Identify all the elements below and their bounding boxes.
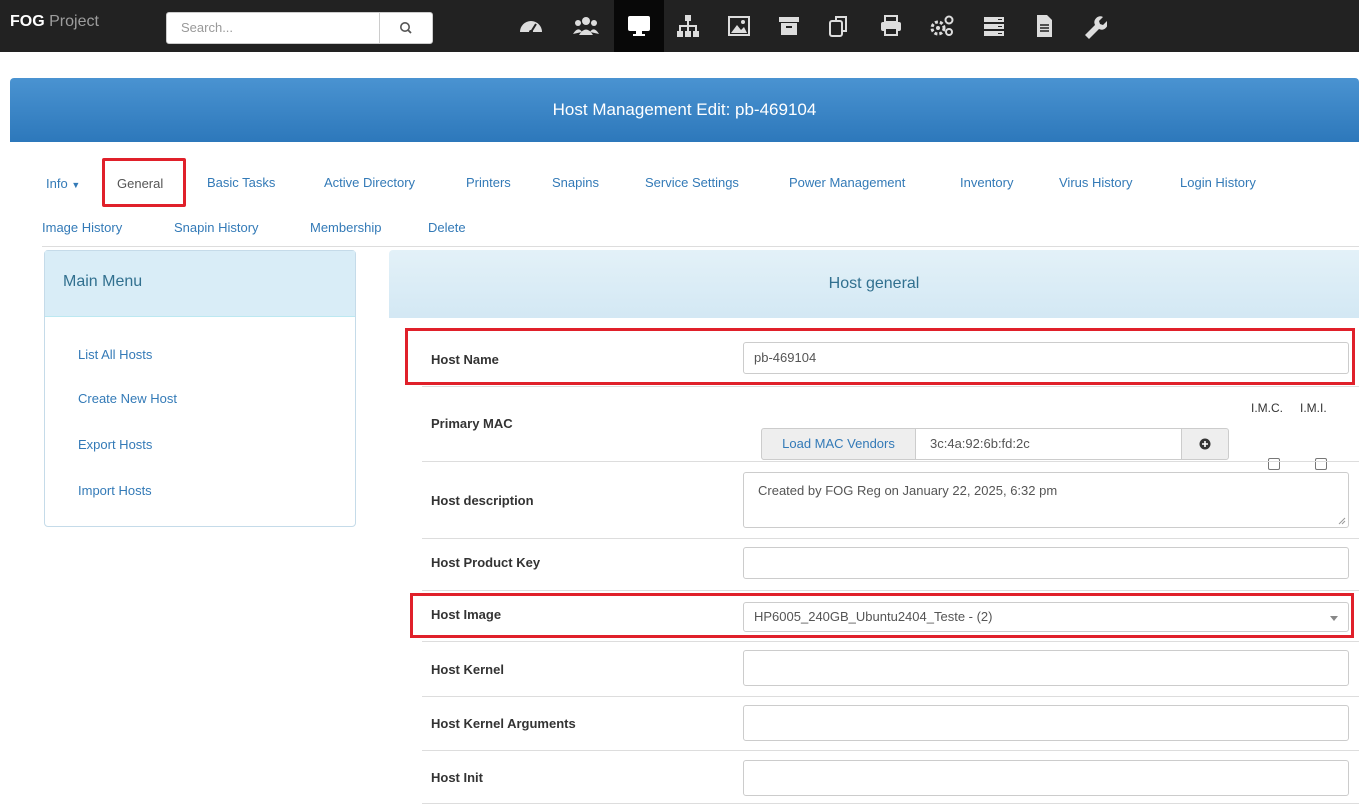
tab-image-history[interactable]: Image History	[42, 220, 122, 235]
imc-label: I.M.C.	[1251, 401, 1283, 415]
host-image-selected: HP6005_240GB_Ubuntu2404_Teste - (2)	[754, 609, 993, 624]
page-title: Host Management Edit: pb-469104	[10, 78, 1359, 142]
row-divider	[422, 386, 1359, 387]
host-init-label: Host Init	[431, 770, 483, 785]
host-description-label: Host description	[431, 493, 534, 508]
tab-service-settings[interactable]: Service Settings	[645, 175, 739, 190]
host-kernel-arguments-input[interactable]	[743, 705, 1349, 741]
top-navbar: FOG Project Search...	[0, 0, 1359, 52]
host-kernel-label: Host Kernel	[431, 662, 504, 677]
image-icon[interactable]	[714, 0, 764, 52]
tabs-divider	[42, 246, 1359, 247]
tab-membership[interactable]: Membership	[310, 220, 382, 235]
search-button[interactable]	[379, 12, 433, 44]
cogs-icon[interactable]	[917, 0, 967, 52]
primary-mac-label: Primary MAC	[431, 416, 513, 431]
imc-checkbox[interactable]	[1268, 458, 1280, 470]
host-general-heading: Host general	[389, 250, 1359, 318]
row-divider	[422, 641, 1359, 642]
host-name-label: Host Name	[431, 352, 499, 367]
row-divider	[422, 750, 1359, 751]
host-init-input[interactable]	[743, 760, 1349, 796]
tab-power-management[interactable]: Power Management	[789, 175, 905, 190]
search-icon	[399, 22, 412, 34]
dashboard-icon[interactable]	[506, 0, 556, 52]
host-product-key-input[interactable]	[743, 547, 1349, 579]
row-divider	[422, 696, 1359, 697]
caret-down-icon: ▼	[71, 180, 81, 190]
main-menu-panel: Main Menu List All Hosts Create New Host…	[44, 250, 356, 527]
row-divider	[422, 590, 1359, 591]
host-image-select[interactable]: HP6005_240GB_Ubuntu2404_Teste - (2)	[743, 602, 1349, 632]
sidebar-item-create-new-host[interactable]: Create New Host	[78, 391, 177, 406]
monitor-icon[interactable]	[614, 0, 664, 52]
host-product-key-label: Host Product Key	[431, 555, 541, 570]
host-kernel-input[interactable]	[743, 650, 1349, 686]
primary-mac-input[interactable]: 3c:4a:92:6b:fd:2c	[915, 428, 1182, 460]
tab-login-history[interactable]: Login History	[1180, 175, 1256, 190]
server-icon[interactable]	[969, 0, 1019, 52]
tab-inventory[interactable]: Inventory	[960, 175, 1013, 190]
imi-label: I.M.I.	[1300, 401, 1327, 415]
tab-basic-tasks[interactable]: Basic Tasks	[207, 175, 275, 190]
row-divider	[422, 538, 1359, 539]
sitemap-icon[interactable]	[663, 0, 713, 52]
tab-snapins[interactable]: Snapins	[552, 175, 599, 190]
tab-virus-history[interactable]: Virus History	[1059, 175, 1132, 190]
row-divider	[422, 803, 1359, 804]
printer-icon[interactable]	[866, 0, 916, 52]
tab-info[interactable]: Info ▼	[46, 176, 80, 191]
host-kernel-arguments-label: Host Kernel Arguments	[431, 716, 576, 731]
copy-icon[interactable]	[814, 0, 864, 52]
tab-active-directory[interactable]: Active Directory	[324, 175, 415, 190]
sidebar-item-list-all-hosts[interactable]: List All Hosts	[78, 347, 152, 362]
tab-printers[interactable]: Printers	[466, 175, 511, 190]
sidebar-item-export-hosts[interactable]: Export Hosts	[78, 437, 152, 452]
row-divider	[422, 461, 1359, 462]
imi-checkbox[interactable]	[1315, 458, 1327, 470]
search-input[interactable]: Search...	[166, 12, 380, 44]
plus-circle-icon	[1199, 438, 1211, 450]
archive-icon[interactable]	[764, 0, 814, 52]
load-mac-vendors-button[interactable]: Load MAC Vendors	[761, 428, 916, 460]
tab-general[interactable]: General	[117, 176, 163, 191]
file-icon[interactable]	[1019, 0, 1069, 52]
brand-rest: Project	[44, 13, 99, 30]
host-image-label: Host Image	[431, 607, 502, 622]
host-description-text: Created by FOG Reg on January 22, 2025, …	[758, 483, 1058, 498]
users-icon[interactable]	[561, 0, 611, 52]
main-menu-title: Main Menu	[45, 251, 355, 317]
dropdown-caret-icon	[1330, 616, 1338, 621]
brand-bold: FOG	[10, 13, 45, 30]
wrench-icon[interactable]	[1069, 0, 1119, 52]
brand-logo[interactable]: FOG Project	[10, 13, 99, 31]
resize-grip-icon[interactable]	[1338, 517, 1346, 525]
host-name-input[interactable]: pb-469104	[743, 342, 1349, 374]
tab-delete[interactable]: Delete	[428, 220, 466, 235]
sidebar-item-import-hosts[interactable]: Import Hosts	[78, 483, 152, 498]
tab-snapin-history[interactable]: Snapin History	[174, 220, 259, 235]
add-mac-button[interactable]	[1181, 428, 1229, 460]
tab-info-label: Info	[46, 176, 68, 191]
host-description-textarea[interactable]: Created by FOG Reg on January 22, 2025, …	[743, 472, 1349, 528]
